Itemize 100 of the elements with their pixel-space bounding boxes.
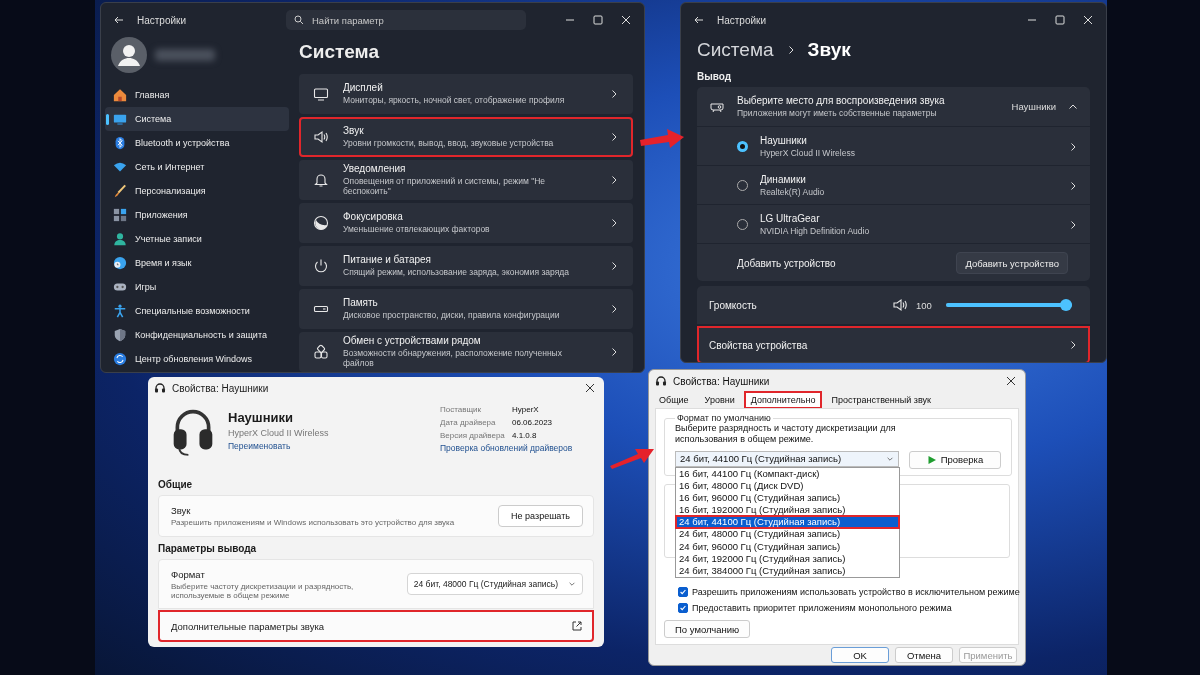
output-selector[interactable]: Выберите место для воспроизведения звука Приложения могут иметь собственные параметры Наушники (697, 87, 1090, 127)
nav-item[interactable]: Bluetooth и устройства (105, 131, 289, 155)
group-title: Формат по умолчанию (676, 413, 772, 423)
breadcrumb-link[interactable]: Система (697, 39, 774, 61)
volume-reading: 100 (916, 299, 933, 311)
nav-item[interactable]: Персонализация (105, 179, 289, 203)
speaker-icon (313, 128, 329, 145)
format-dropdown[interactable]: 24 бит, 48000 Гц (Студийная запись) (406, 573, 583, 595)
settings-card[interactable]: Питание и батарея Спящий режим, использование заряда, экономия заряда (299, 245, 633, 286)
search-field[interactable]: Найти параметр (286, 10, 526, 30)
nav-item[interactable]: Приложения (105, 203, 289, 227)
close-icon[interactable] (1005, 375, 1017, 387)
rename-link[interactable]: Переименовать (228, 441, 428, 451)
add-device-label: Добавить устройство (737, 257, 836, 269)
bluetooth-icon (113, 136, 127, 150)
dropdown-option[interactable]: 24 бит, 384000 Гц (Студийная запись) (676, 565, 899, 578)
dropdown-option[interactable]: 16 бит, 48000 Гц (Диск DVD) (676, 479, 899, 492)
headset-icon (154, 382, 166, 394)
checkbox-label: Предоставить приоритет приложениям монопольного режима (692, 602, 952, 613)
checkbox[interactable] (678, 602, 688, 613)
group-description: Выберите разрядность и частоту дискретизации для использования в общем режиме. (675, 423, 897, 446)
device-row[interactable]: Динамики Realtek(R) Audio (697, 167, 1090, 205)
info-label: Поставщик (440, 405, 483, 414)
volume-label: Громкость (709, 299, 758, 311)
info-label: Дата драйвера (440, 418, 497, 427)
section-heading: Параметры вывода (158, 542, 258, 556)
house-icon (113, 88, 127, 102)
radio-button[interactable] (737, 141, 748, 152)
monitor-icon (113, 112, 127, 126)
globe-clock-icon (113, 256, 127, 270)
nav-item[interactable]: Время и язык (105, 251, 289, 275)
headset-icon (655, 375, 667, 387)
disallow-button[interactable]: Не разрешать (498, 505, 583, 527)
defaults-button[interactable]: По умолчанию (664, 620, 751, 638)
settings-card[interactable]: Фокусировка Уменьшение отвлекающих факторов (299, 202, 633, 243)
chevron-right-icon (609, 174, 619, 185)
dropdown-option[interactable]: 24 бит, 96000 Гц (Студийная запись) (676, 540, 899, 553)
selector-title: Выберите место для воспроизведения звука (737, 95, 946, 106)
add-device-button[interactable]: Добавить устройство (956, 252, 1068, 274)
page-title: Система (299, 40, 380, 64)
nav-item[interactable]: Учетные записи (105, 227, 289, 251)
settings-card[interactable]: Уведомления Оповещения от приложений и системы, режим "Не беспокоить" (299, 159, 633, 200)
dropdown-option[interactable]: 24 бит, 192000 Гц (Студийная запись) (676, 552, 899, 565)
driver-update-link[interactable]: Проверка обновлений драйверов (440, 443, 573, 453)
device-row[interactable]: Наушники HyperX Cloud II Wireless (697, 128, 1090, 166)
card-title: Дисплей (343, 82, 384, 94)
dropdown-option[interactable]: 24 бит, 44100 Гц (Студийная запись) (676, 516, 899, 529)
chevron-right-icon (1068, 219, 1078, 230)
back-icon[interactable] (113, 14, 125, 26)
dialog-button[interactable]: Отмена (895, 647, 953, 663)
volume-slider[interactable] (946, 299, 1072, 311)
chevron-right-icon (609, 131, 619, 142)
card-title: Формат (171, 568, 206, 580)
card-title: Обмен с устройствами рядом (343, 335, 482, 347)
nav-item[interactable]: Игры (105, 275, 289, 299)
format-combobox[interactable]: 24 бит, 44100 Гц (Студийная запись) (675, 450, 899, 467)
test-button[interactable]: Проверка (909, 450, 1001, 469)
device-name: Наушники (760, 135, 808, 146)
tab[interactable]: Общие (653, 392, 695, 408)
dropdown-option[interactable]: 16 бит, 44100 Гц (Компакт-диск) (676, 467, 899, 480)
tab[interactable]: Дополнительно (744, 392, 822, 408)
share-icon (313, 343, 329, 360)
tab[interactable]: Пространственный звук (825, 392, 937, 408)
nav-item[interactable]: Сеть и Интернет (105, 155, 289, 179)
close-icon[interactable] (584, 382, 596, 394)
device-model: HyperX Cloud II Wireless (228, 428, 330, 438)
nav-item[interactable]: Центр обновления Windows (105, 347, 289, 371)
device-row[interactable]: LG UltraGear NVIDIA High Definition Audio (697, 206, 1090, 244)
speaker-icon[interactable] (892, 297, 908, 313)
nav-item[interactable]: Система (105, 107, 289, 131)
nav-item[interactable]: Главная (105, 83, 289, 107)
chevron-right-icon (1068, 340, 1078, 350)
settings-card[interactable]: Дисплей Мониторы, яркость, ночной свет, отображение профиля (299, 73, 633, 114)
nav-item[interactable]: Конфиденциальность и защита (105, 323, 289, 347)
back-icon[interactable] (693, 14, 705, 26)
chevron-right-icon (609, 346, 619, 357)
dropdown-option[interactable]: 16 бит, 192000 Гц (Студийная запись) (676, 504, 899, 517)
checkbox[interactable] (678, 586, 688, 597)
dialog-button[interactable]: OK (831, 647, 889, 663)
card-title: Звук (171, 505, 192, 516)
slider-thumb[interactable] (1060, 299, 1072, 311)
card-subtitle: Уровни громкости, вывод, ввод, звуковые устройства (343, 138, 555, 149)
settings-card[interactable]: Память Дисковое пространство, диски, правила конфигурации (299, 288, 633, 329)
settings-card[interactable]: Звук Уровни громкости, вывод, ввод, звуковые устройства (299, 116, 633, 157)
info-value: 4.1.0.8 (512, 431, 538, 440)
maximize-icon[interactable] (592, 14, 604, 26)
advanced-sound-settings-row[interactable]: Дополнительные параметры звука (158, 610, 594, 642)
nav-item[interactable]: Специальные возможности (105, 299, 289, 323)
chevron-right-icon (609, 303, 619, 314)
device-properties-row[interactable]: Свойства устройства (697, 326, 1090, 362)
play-icon (926, 454, 937, 465)
card-subtitle: Уменьшение отвлекающих факторов (343, 224, 491, 235)
dropdown-option[interactable]: 16 бит, 96000 Гц (Студийная запись) (676, 491, 899, 505)
monitor-icon (313, 85, 329, 102)
device-driver: Realtek(R) Audio (760, 187, 826, 197)
dropdown-option[interactable]: 24 бит, 48000 Гц (Студийная запись) (676, 528, 899, 541)
info-value: 06.06.2023 (512, 418, 554, 427)
maximize-icon[interactable] (1054, 14, 1066, 26)
tab[interactable]: Уровни (698, 392, 741, 408)
settings-card[interactable]: Обмен с устройствами рядом Возможности обнаружения, расположение полученных файлов (299, 331, 633, 372)
